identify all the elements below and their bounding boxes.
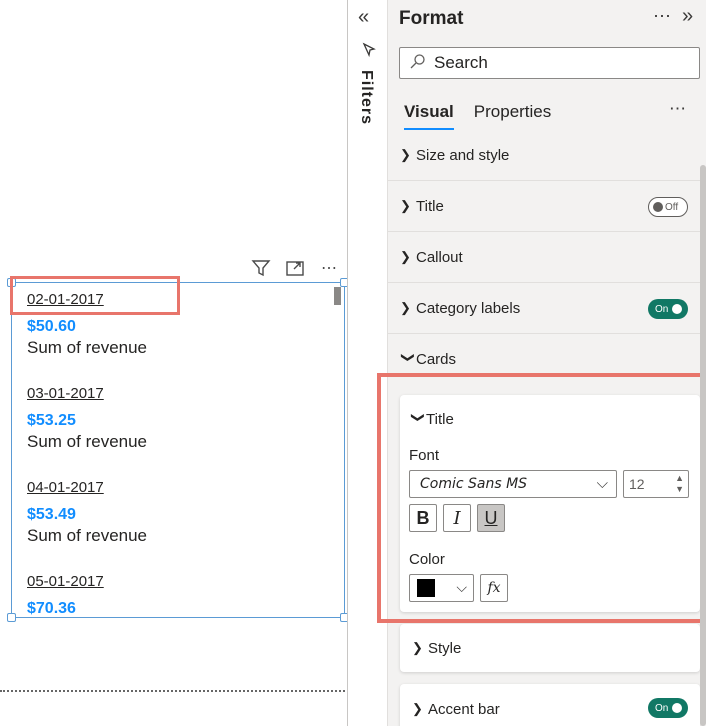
filters-pane-label[interactable]: Filters bbox=[357, 70, 375, 125]
card-list: 02-01-2017 $50.60 Sum of revenue 03-01-2… bbox=[27, 283, 330, 617]
title-toggle[interactable]: Off bbox=[648, 197, 688, 217]
toggle-knob bbox=[672, 304, 683, 314]
search-icon bbox=[410, 53, 426, 74]
accent-bar-label: Accent bar bbox=[428, 700, 500, 718]
card-value: $70.36 bbox=[27, 600, 76, 617]
section-label: Cards bbox=[416, 351, 457, 368]
section-title[interactable]: ❯ Title Off bbox=[388, 181, 700, 232]
section-label: Size and style bbox=[416, 146, 510, 164]
accent-bar-toggle[interactable]: On bbox=[648, 698, 688, 718]
section-size-and-style[interactable]: ❯ Size and style bbox=[388, 130, 700, 181]
more-options-icon[interactable]: ⋯ bbox=[653, 6, 672, 27]
section-label: Category labels bbox=[416, 299, 521, 317]
section-callout[interactable]: ❯ Callout bbox=[388, 232, 700, 283]
filter-funnel-icon[interactable] bbox=[361, 42, 377, 62]
card-item: 04-01-2017 $53.49 Sum of revenue bbox=[27, 471, 330, 565]
collapse-pane-icon[interactable]: « bbox=[358, 6, 369, 29]
chevron-right-icon: ❯ bbox=[412, 640, 423, 655]
style-group[interactable]: ❯ Style bbox=[400, 624, 700, 672]
section-category-labels[interactable]: ❯ Category labels On bbox=[388, 283, 700, 334]
card-item: 05-01-2017 $70.36 bbox=[27, 565, 330, 617]
card-label: Sum of revenue bbox=[27, 432, 148, 451]
card-value: $53.49 bbox=[27, 506, 76, 523]
toggle-knob bbox=[672, 703, 683, 713]
chevron-right-icon: ❯ bbox=[400, 147, 411, 162]
resize-handle-bottom-left[interactable] bbox=[7, 613, 16, 622]
visual-scrollbar[interactable] bbox=[334, 287, 341, 305]
toggle-text: On bbox=[655, 303, 669, 315]
search-placeholder: Search bbox=[434, 53, 488, 72]
visual-header: ⋯ bbox=[249, 256, 341, 280]
tabs-more-icon[interactable]: ⋯ bbox=[669, 99, 687, 119]
card-item: 03-01-2017 $53.25 Sum of revenue bbox=[27, 377, 330, 471]
multi-row-card-visual[interactable]: 02-01-2017 $50.60 Sum of revenue 03-01-2… bbox=[7, 278, 349, 622]
format-pane-scrollbar[interactable] bbox=[700, 165, 706, 726]
search-input[interactable]: Search bbox=[399, 47, 700, 79]
card-date: 03-01-2017 bbox=[27, 385, 104, 402]
chevron-down-icon: ❯ bbox=[401, 351, 416, 363]
tab-properties[interactable]: Properties bbox=[474, 100, 551, 130]
more-options-icon[interactable]: ⋯ bbox=[317, 256, 341, 280]
card-label: Sum of revenue bbox=[27, 338, 148, 357]
card-value: $50.60 bbox=[27, 318, 76, 335]
card-date: 04-01-2017 bbox=[27, 479, 104, 496]
section-label: Title bbox=[416, 197, 444, 215]
card-label: Sum of revenue bbox=[27, 526, 148, 545]
expand-pane-icon[interactable]: » bbox=[682, 5, 693, 28]
style-label: Style bbox=[428, 639, 462, 657]
focus-mode-icon[interactable] bbox=[283, 256, 307, 280]
section-label: Callout bbox=[416, 248, 463, 266]
chevron-right-icon: ❯ bbox=[400, 198, 411, 213]
filter-icon[interactable] bbox=[249, 256, 273, 280]
accent-bar-group[interactable]: ❯ Accent bar On bbox=[400, 684, 700, 726]
format-tabs: Visual Properties bbox=[404, 100, 551, 130]
card-value: $53.25 bbox=[27, 412, 76, 429]
page-boundary-divider bbox=[0, 690, 345, 692]
toggle-knob bbox=[653, 202, 663, 212]
tab-visual[interactable]: Visual bbox=[404, 100, 454, 130]
category-labels-toggle[interactable]: On bbox=[648, 299, 688, 319]
highlight-box-title-settings bbox=[377, 373, 704, 623]
toggle-text: On bbox=[655, 702, 669, 714]
chevron-right-icon: ❯ bbox=[400, 249, 411, 264]
report-canvas: ⋯ 02-01-2017 $50.60 Sum of revenue 03-01… bbox=[0, 0, 349, 726]
highlight-box-date bbox=[10, 276, 180, 315]
format-pane-title: Format bbox=[399, 8, 464, 29]
toggle-text: Off bbox=[665, 201, 679, 213]
card-date: 05-01-2017 bbox=[27, 573, 104, 590]
chevron-right-icon: ❯ bbox=[400, 300, 411, 315]
chevron-right-icon: ❯ bbox=[412, 701, 423, 716]
